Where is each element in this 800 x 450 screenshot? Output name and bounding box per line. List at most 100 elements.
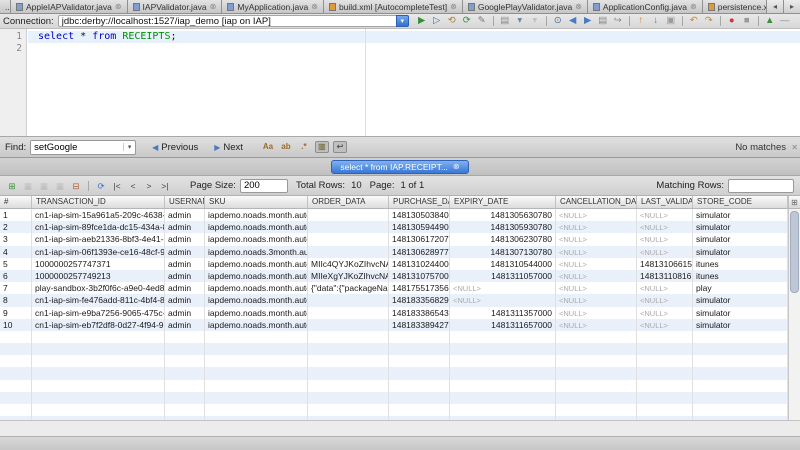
table-cell[interactable]: cn1-iap-sim-aeb21336-8bf3-4e41-b...	[32, 233, 165, 245]
table-cell[interactable]: simulator	[693, 221, 788, 233]
find-previous-button[interactable]: ◀ Previous	[152, 142, 198, 153]
connection-dropdown-icon[interactable]: ▾	[396, 15, 409, 27]
scrollbar-thumb[interactable]	[790, 211, 799, 293]
file-tab[interactable]: ...tor⊗	[0, 0, 11, 13]
table-cell[interactable]: 1481833894272	[389, 319, 450, 331]
table-cell[interactable]: 1	[0, 209, 32, 221]
whole-word-icon[interactable]: ab	[279, 141, 293, 153]
table-cell[interactable]: 1481755173567	[389, 282, 450, 294]
vertical-scrollbar[interactable]	[788, 209, 800, 420]
redo-icon[interactable]: ↷	[702, 15, 716, 27]
table-cell[interactable]: iapdemo.noads.month.auto	[205, 294, 308, 306]
table-cell[interactable]: <NULL>	[637, 221, 693, 233]
table-row[interactable]: 3cn1-iap-sim-aeb21336-8bf3-4e41-b...admi…	[0, 233, 788, 245]
table-cell[interactable]: MIIc4QYJKoZIhvcNAQc...	[308, 258, 389, 270]
scroll-tabs-right-button[interactable]: ▸	[783, 0, 800, 13]
column-header[interactable]: EXPIRY_DATE	[450, 196, 556, 209]
column-selector-icon[interactable]: ⊞	[788, 196, 800, 209]
insert-record-icon[interactable]: ⊞	[5, 180, 19, 192]
previous-page-icon[interactable]: <	[126, 180, 140, 192]
table-cell[interactable]: 2	[0, 221, 32, 233]
table-cell[interactable]: iapdemo.noads.month.auto	[205, 233, 308, 245]
table-row[interactable]: 61000000257749213adminiapdemo.noads.mont…	[0, 270, 788, 282]
table-cell[interactable]: <NULL>	[450, 294, 556, 306]
close-tab-icon[interactable]: ⊗	[575, 3, 582, 11]
table-cell[interactable]: <NULL>	[556, 282, 637, 294]
column-header[interactable]: CANCELLATION_DATE	[556, 196, 637, 209]
find-icon[interactable]: ⊙	[551, 15, 565, 27]
table-cell[interactable]: <NULL>	[637, 282, 693, 294]
table-cell[interactable]	[308, 221, 389, 233]
file-tab[interactable]: IAPValidator.java⊗	[128, 0, 223, 13]
table-cell[interactable]: 6	[0, 270, 32, 282]
table-row[interactable]: 9cn1-iap-sim-e9ba7256-9065-475c-9...admi…	[0, 307, 788, 319]
table-cell[interactable]	[308, 233, 389, 245]
table-cell[interactable]: <NULL>	[637, 307, 693, 319]
table-cell[interactable]: 4	[0, 246, 32, 258]
close-result-tab-icon[interactable]: ⊗	[453, 162, 460, 171]
table-cell[interactable]	[308, 246, 389, 258]
file-tab[interactable]: MyApplication.java⊗	[222, 0, 324, 13]
horizontal-scrollbar[interactable]	[0, 420, 800, 436]
find-combo[interactable]: ▾	[30, 140, 136, 155]
table-cell[interactable]: <NULL>	[556, 233, 637, 245]
edit-icon[interactable]: ✎	[475, 15, 489, 27]
table-cell[interactable]: itunes	[693, 270, 788, 282]
table-row[interactable]: 10cn1-iap-sim-eb7f2df8-0d27-4f94-95...ad…	[0, 319, 788, 331]
next-page-icon[interactable]: >	[142, 180, 156, 192]
last-edit-icon[interactable]: ▤	[596, 15, 610, 27]
refresh-connection-icon[interactable]: ⟳	[460, 15, 474, 27]
table-cell[interactable]: simulator	[693, 209, 788, 221]
table-cell[interactable]: play	[693, 282, 788, 294]
table-cell[interactable]: <NULL>	[637, 233, 693, 245]
table-cell[interactable]: 1481310544000	[450, 258, 556, 270]
table-cell[interactable]: simulator	[693, 233, 788, 245]
table-cell[interactable]: admin	[165, 233, 205, 245]
column-header[interactable]: STORE_CODE	[693, 196, 788, 209]
table-cell[interactable]: cn1-iap-sim-15a961a5-209c-4638-9...	[32, 209, 165, 221]
table-cell[interactable]: {"data":{"packageNam...	[308, 282, 389, 294]
close-tab-icon[interactable]: ⊗	[115, 3, 122, 11]
table-cell[interactable]: <NULL>	[556, 294, 637, 306]
table-cell[interactable]: 9	[0, 307, 32, 319]
table-cell[interactable]: simulator	[693, 307, 788, 319]
table-cell[interactable]: 8	[0, 294, 32, 306]
table-cell[interactable]: 1481310661539	[637, 258, 693, 270]
table-cell[interactable]: iapdemo.noads.month.auto	[205, 270, 308, 282]
table-cell[interactable]: 1481310757000	[389, 270, 450, 282]
table-cell[interactable]	[308, 319, 389, 331]
table-cell[interactable]: iapdemo.noads.3month.auto	[205, 246, 308, 258]
table-cell[interactable]: <NULL>	[556, 319, 637, 331]
table-cell[interactable]: 1481305930780	[450, 221, 556, 233]
uncomment-icon[interactable]: —	[778, 15, 792, 27]
highlight-results-icon[interactable]: ▥	[315, 141, 329, 153]
table-cell[interactable]: iapdemo.noads.month.auto	[205, 209, 308, 221]
forward-icon[interactable]: ▶	[581, 15, 595, 27]
table-cell[interactable]: <NULL>	[637, 319, 693, 331]
column-header[interactable]: SKU	[205, 196, 308, 209]
table-cell[interactable]: <NULL>	[556, 221, 637, 233]
copy-doc-icon[interactable]: ▤	[498, 15, 512, 27]
table-cell[interactable]: cn1-iap-sim-89fce1da-dc15-434a-81...	[32, 221, 165, 233]
run-statement-icon[interactable]: ▷	[430, 15, 444, 27]
file-tab[interactable]: ApplicationConfig.java⊗	[588, 0, 703, 13]
table-cell[interactable]: <NULL>	[637, 209, 693, 221]
table-row[interactable]: 51000000257747371adminiapdemo.noads.mont…	[0, 258, 788, 270]
table-cell[interactable]: 1481305630780	[450, 209, 556, 221]
table-cell[interactable]: 3	[0, 233, 32, 245]
table-cell[interactable]: <NULL>	[556, 209, 637, 221]
next-bookmark-icon[interactable]: ↓	[649, 15, 663, 27]
truncate-table-icon[interactable]: ⊟	[69, 180, 83, 192]
back-icon[interactable]: ◀	[566, 15, 580, 27]
table-cell[interactable]: 5	[0, 258, 32, 270]
table-cell[interactable]: admin	[165, 221, 205, 233]
table-cell[interactable]: iapdemo.noads.month.auto	[205, 258, 308, 270]
table-cell[interactable]: 1481306289779	[389, 246, 450, 258]
scroll-tabs-left-button[interactable]: ◂	[766, 0, 783, 13]
regex-icon[interactable]: .*	[297, 141, 311, 153]
table-row[interactable]: 1cn1-iap-sim-15a961a5-209c-4638-9...admi…	[0, 209, 788, 221]
table-cell[interactable]: 7	[0, 282, 32, 294]
table-row[interactable]: 7play-sandbox-3b2f0f6c-a9e0-4ed8-b...adm…	[0, 282, 788, 294]
match-case-icon[interactable]: Aa	[261, 141, 275, 153]
find-input[interactable]	[31, 141, 123, 154]
